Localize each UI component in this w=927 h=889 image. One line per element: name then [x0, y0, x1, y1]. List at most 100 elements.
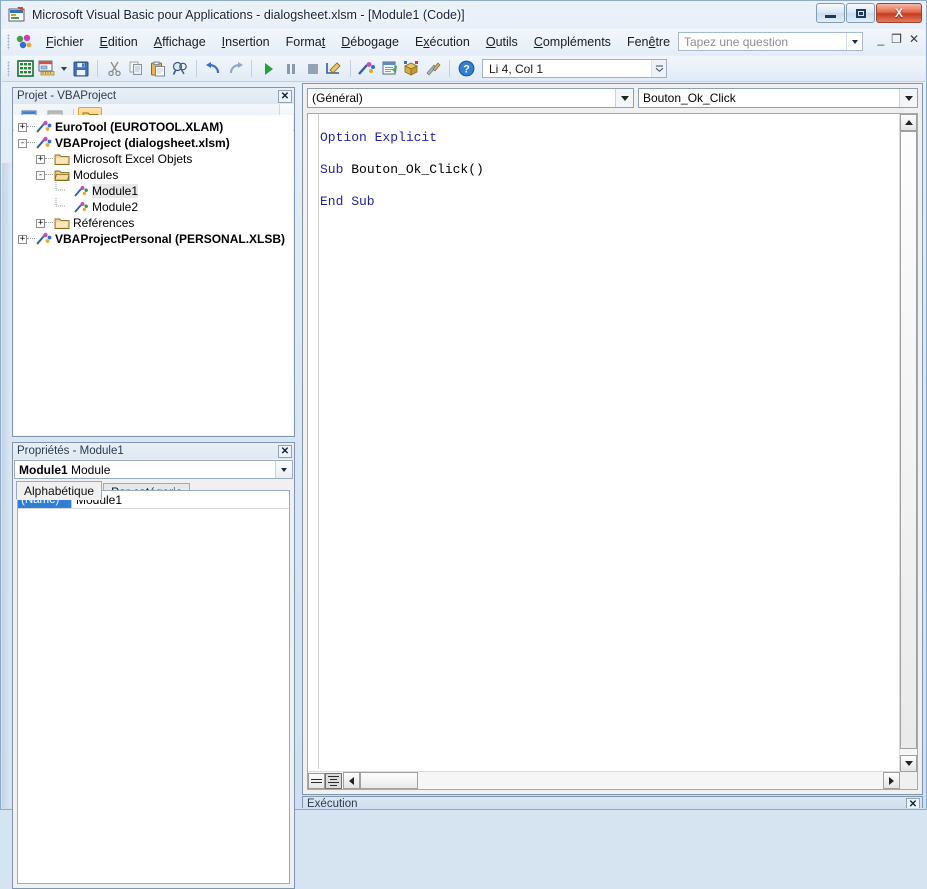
code-vertical-scrollbar[interactable]	[899, 114, 917, 772]
object-dropdown[interactable]: (Général)	[307, 88, 634, 108]
mdi-close-button[interactable]: ✕	[909, 33, 919, 45]
properties-grid[interactable]: (Name) Module1	[17, 490, 290, 884]
scroll-right-button[interactable]	[883, 772, 900, 789]
menu-fichier[interactable]: FFichierichier	[38, 31, 92, 53]
redo-icon[interactable]	[224, 58, 246, 79]
code-horizontal-scrollbar[interactable]	[308, 771, 900, 789]
tree-item-vbaproject[interactable]: -VBAProject (dialogsheet.xlsm)	[14, 135, 293, 151]
tree-item-modules[interactable]: - Modules	[14, 167, 293, 183]
scroll-left-button[interactable]	[343, 772, 360, 789]
tree-connector	[45, 174, 53, 176]
undo-icon[interactable]	[202, 58, 224, 79]
cut-icon[interactable]	[103, 58, 125, 79]
tab-alphabetique[interactable]: Alphabétique	[16, 481, 102, 500]
menu-debogage[interactable]: Débogage	[333, 31, 407, 53]
project-explorer-icon[interactable]	[356, 58, 378, 79]
collapse-icon[interactable]: -	[18, 139, 27, 148]
design-mode-icon[interactable]	[323, 58, 345, 79]
procedure-dropdown-arrow-icon[interactable]	[899, 89, 917, 107]
procedure-view-button[interactable]	[308, 773, 325, 789]
folder-icon	[54, 217, 70, 230]
workspace-left-gutter	[2, 163, 11, 808]
paste-icon[interactable]	[147, 58, 169, 79]
expand-icon[interactable]: +	[36, 219, 45, 228]
mdi-restore-button[interactable]: ❐	[891, 33, 902, 45]
tree-item-vbaprojectpersonal[interactable]: +VBAProjectPersonal (PERSONAL.XLSB)	[14, 231, 293, 247]
project-tree[interactable]: +EuroTool (EUROTOOL.XLAM)-VBAProject (di…	[14, 115, 293, 435]
collapse-icon[interactable]: -	[36, 171, 45, 180]
tree-item-eurotool[interactable]: +EuroTool (EUROTOOL.XLAM)	[14, 119, 293, 135]
expand-icon[interactable]: +	[18, 123, 27, 132]
mdi-child-controls: _ ❐ ✕	[877, 33, 919, 45]
procedure-dropdown[interactable]: Bouton_Ok_Click	[638, 88, 918, 108]
position-grip-icon[interactable]	[651, 60, 666, 77]
tree-item-rfrences[interactable]: +Références	[14, 215, 293, 231]
stop-icon[interactable]	[301, 58, 323, 79]
pause-icon[interactable]	[279, 58, 301, 79]
tree-connector	[27, 238, 35, 240]
tree-item-label: Modules	[73, 168, 118, 182]
expand-icon[interactable]: +	[36, 155, 45, 164]
expand-icon[interactable]: +	[18, 235, 27, 244]
toolbar-drag-handle[interactable]	[7, 61, 10, 77]
scroll-up-button[interactable]	[900, 114, 917, 131]
ask-a-question-placeholder: Tapez une question	[679, 35, 846, 49]
horizontal-scroll-thumb[interactable]	[360, 772, 418, 789]
object-dropdown-arrow-icon[interactable]	[615, 89, 633, 107]
menu-insertion[interactable]: Insertion	[214, 31, 278, 53]
menu-format[interactable]: Format	[278, 31, 334, 53]
scrollbar-corner	[900, 772, 917, 789]
folder-icon	[54, 153, 70, 166]
run-icon[interactable]	[257, 58, 279, 79]
find-icon[interactable]	[169, 58, 191, 79]
menu-complements[interactable]: Compléments	[526, 31, 619, 53]
menu-outils[interactable]: Outils	[478, 31, 526, 53]
menu-affichage[interactable]: Affichage	[146, 31, 214, 53]
menu-drag-handle[interactable]	[7, 34, 10, 50]
module-icon	[74, 185, 89, 198]
project-explorer-close-icon[interactable]: ✕	[278, 90, 292, 103]
menu-fenetre[interactable]: Fenêtre	[619, 31, 678, 53]
tree-item-label: Microsoft Excel Objets	[73, 152, 192, 166]
vertical-scroll-thumb[interactable]	[900, 131, 917, 749]
save-icon[interactable]	[70, 58, 92, 79]
toolbox-icon[interactable]	[422, 58, 444, 79]
view-excel-icon[interactable]	[14, 58, 36, 79]
properties-combo-arrow-icon[interactable]	[275, 461, 292, 478]
standard-toolbar: ? Li 4, Col 1	[2, 56, 925, 82]
insert-userform-icon[interactable]	[36, 58, 58, 79]
properties-object-type: Module	[71, 463, 110, 477]
tree-connector	[27, 142, 35, 144]
help-icon[interactable]: ?	[455, 58, 477, 79]
properties-title: Propriétés - Module1	[17, 445, 278, 457]
minimize-button[interactable]	[816, 3, 845, 23]
mdi-minimize-button[interactable]: _	[877, 33, 884, 45]
close-button[interactable]: X	[876, 3, 922, 23]
restore-button[interactable]	[846, 3, 875, 23]
ask-dropdown-icon[interactable]	[846, 33, 862, 50]
code-editor[interactable]: Option Explicit Sub Bouton_Ok_Click() En…	[307, 113, 918, 790]
properties-window-icon[interactable]	[378, 58, 400, 79]
properties-close-icon[interactable]: ✕	[278, 445, 292, 458]
full-module-view-button[interactable]	[325, 773, 342, 789]
scroll-down-button[interactable]	[900, 755, 917, 772]
ask-a-question-box[interactable]: Tapez une question	[678, 32, 863, 51]
menu-edition[interactable]: Edition	[92, 31, 146, 53]
menu-execution[interactable]: Exécution	[407, 31, 478, 53]
cursor-position-box[interactable]: Li 4, Col 1	[482, 59, 667, 78]
tree-item-label: Module2	[92, 200, 138, 214]
code-window-combos: (Général) Bouton_Ok_Click	[304, 85, 921, 111]
object-browser-icon[interactable]	[400, 58, 422, 79]
insert-dropdown-icon[interactable]	[61, 67, 67, 71]
properties-object-combo[interactable]: Module1 Module	[14, 460, 293, 479]
tree-item-module2[interactable]: Module2	[14, 199, 293, 215]
tree-item-microsoft[interactable]: + Microsoft Excel Objets	[14, 151, 293, 167]
code-text[interactable]: Option Explicit Sub Bouton_Ok_Click() En…	[320, 130, 899, 756]
tree-connector	[27, 126, 35, 128]
menu-bar: FFichierichier Edition Affichage Inserti…	[2, 29, 925, 55]
toolbar-separator	[350, 60, 351, 77]
property-value[interactable]: Module1	[71, 491, 289, 508]
modules-folder-icon	[54, 169, 70, 182]
immediate-window-close-icon[interactable]: ✕	[906, 798, 920, 809]
copy-icon[interactable]	[125, 58, 147, 79]
